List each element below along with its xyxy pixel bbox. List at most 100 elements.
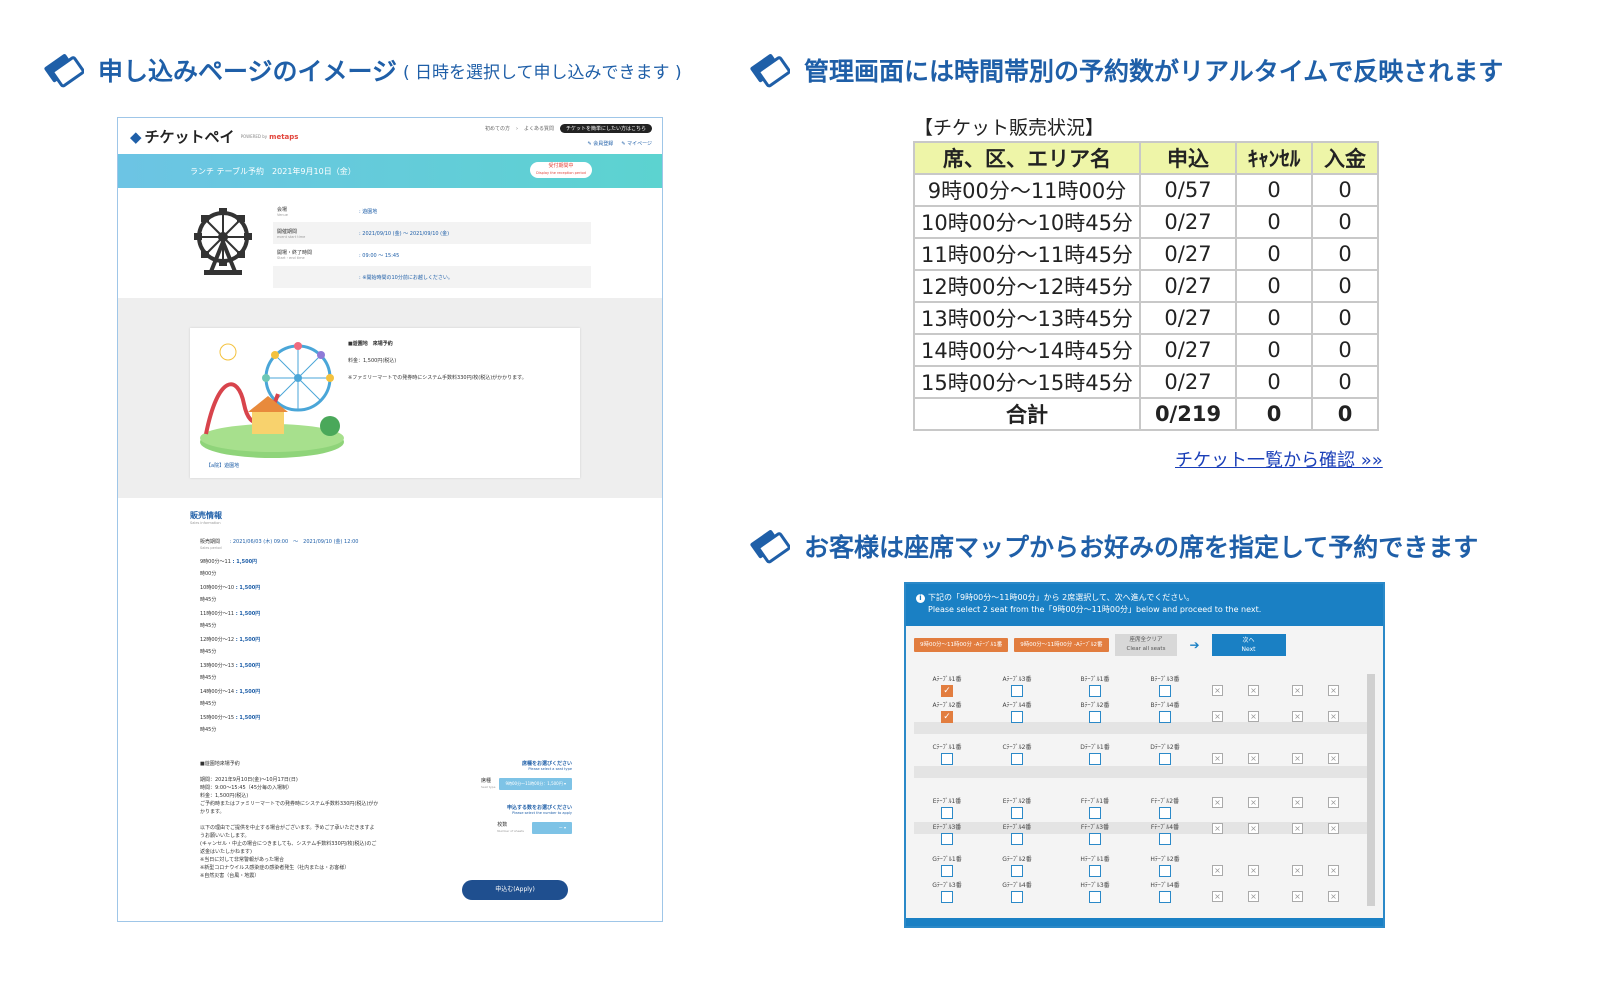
ticket-list-link[interactable]: チケット一覧から確認 »» bbox=[1175, 446, 1383, 472]
checkbox[interactable] bbox=[1089, 865, 1101, 877]
seat-option[interactable]: Fﾃｰﾌﾞﾙ1番 bbox=[1060, 796, 1130, 819]
link-mypage-label: マイページ bbox=[627, 141, 652, 147]
selected-seat-chip[interactable]: 9時00分〜11時00分 -Aﾃｰﾌﾞﾙ1番 bbox=[914, 638, 1009, 652]
checkbox[interactable] bbox=[1159, 833, 1171, 845]
sales-period-label: 販売期間 bbox=[200, 539, 221, 545]
checkbox[interactable] bbox=[1089, 891, 1101, 903]
qty-select[interactable]: ー ▾ bbox=[532, 821, 572, 834]
detail-line: ご予約時またはファミリーマートでの発券時にシステム手数料330円(税込)がか bbox=[200, 801, 379, 807]
checkbox[interactable] bbox=[941, 865, 953, 877]
selected-seat-chip[interactable]: 9時00分〜11時00分 -Aﾃｰﾌﾞﾙ2番 bbox=[1014, 638, 1109, 652]
seat-option[interactable]: Dﾃｰﾌﾞﾙ2番 bbox=[1130, 742, 1200, 765]
table-row: 10時00分〜10時45分 0/27 0 0 bbox=[913, 205, 1379, 239]
heading-apply-subtitle: ( 日時を選択して申し込みできます ) bbox=[403, 62, 682, 83]
seat-option[interactable]: Fﾃｰﾌﾞﾙ4番 bbox=[1130, 822, 1200, 845]
checkbox[interactable] bbox=[1011, 833, 1023, 845]
link-simplify[interactable]: チケットを簡単にしたい方はこちら bbox=[559, 124, 652, 133]
sales-title-en: Sales information bbox=[190, 521, 221, 525]
seat-option[interactable]: Eﾃｰﾌﾞﾙ3番 bbox=[912, 822, 982, 845]
link-faq[interactable]: よくある質問 bbox=[524, 125, 554, 132]
seat-option[interactable]: Cﾃｰﾌﾞﾙ2番 bbox=[982, 742, 1052, 765]
qty-label-en: Please select the number to apply bbox=[512, 811, 572, 815]
checkbox[interactable] bbox=[941, 753, 953, 765]
link-register[interactable]: ✎ 会員登録 bbox=[588, 140, 614, 147]
checkbox[interactable] bbox=[1089, 711, 1101, 723]
checkbox[interactable] bbox=[941, 833, 953, 845]
cell-cancel: 0 bbox=[1235, 173, 1313, 207]
seat-option[interactable]: Aﾃｰﾌﾞﾙ2番 ✓ bbox=[912, 700, 982, 723]
unavailable-seat-icon: × bbox=[1212, 797, 1223, 808]
unavailable-seat-icon: × bbox=[1248, 753, 1259, 764]
seat-label: Hﾃｰﾌﾞﾙ2番 bbox=[1150, 856, 1180, 863]
cell-area: 12時00分〜12時45分 bbox=[913, 269, 1141, 303]
checkbox[interactable] bbox=[1159, 685, 1171, 697]
unavailable-seat-icon: × bbox=[1328, 797, 1339, 808]
checkbox[interactable] bbox=[1011, 807, 1023, 819]
seat-option[interactable]: Eﾃｰﾌﾞﾙ1番 bbox=[912, 796, 982, 819]
event-band: ランチ テーブル予約 2021年9月10日（金） 受付期間中 Display t… bbox=[118, 154, 662, 188]
checkbox[interactable] bbox=[1011, 753, 1023, 765]
seat-option[interactable]: Gﾃｰﾌﾞﾙ4番 bbox=[982, 880, 1052, 903]
seat-option[interactable]: Eﾃｰﾌﾞﾙ4番 bbox=[982, 822, 1052, 845]
seat-option[interactable]: Hﾃｰﾌﾞﾙ1番 bbox=[1060, 854, 1130, 877]
seat-label: Fﾃｰﾌﾞﾙ4番 bbox=[1150, 824, 1180, 831]
seat-type-select[interactable]: 9時00分〜11時00分：1,500円 ▾ bbox=[499, 777, 572, 790]
cell-paid: 0 bbox=[1311, 269, 1379, 303]
scrollbar[interactable] bbox=[1367, 674, 1375, 906]
seat-option[interactable]: Hﾃｰﾌﾞﾙ3番 bbox=[1060, 880, 1130, 903]
seat-option[interactable]: Fﾃｰﾌﾞﾙ3番 bbox=[1060, 822, 1130, 845]
seat-option[interactable]: Fﾃｰﾌﾞﾙ2番 bbox=[1130, 796, 1200, 819]
unavailable-seat-icon: × bbox=[1328, 865, 1339, 876]
site-logo[interactable]: ◆ チケットペイ POWERED by metaps bbox=[130, 126, 298, 147]
seat-option[interactable]: Aﾃｰﾌﾞﾙ4番 bbox=[982, 700, 1052, 723]
price-slot: 13時00分〜13 bbox=[200, 663, 235, 669]
checkbox[interactable] bbox=[1011, 891, 1023, 903]
seat-option[interactable]: Bﾃｰﾌﾞﾙ2番 bbox=[1060, 700, 1130, 723]
checkbox[interactable] bbox=[1011, 685, 1023, 697]
seat-option[interactable]: Gﾃｰﾌﾞﾙ3番 bbox=[912, 880, 982, 903]
seat-option[interactable]: Hﾃｰﾌﾞﾙ4番 bbox=[1130, 880, 1200, 903]
checkbox[interactable] bbox=[941, 891, 953, 903]
seat-map-panel: i 下記の「9時00分〜11時00分」から 2席選択して、次へ進んでください。 P… bbox=[904, 582, 1385, 928]
next-button[interactable]: 次へ Next bbox=[1211, 634, 1286, 656]
seat-option[interactable]: Bﾃｰﾌﾞﾙ4番 bbox=[1130, 700, 1200, 723]
cell-cancel: 0 bbox=[1235, 365, 1313, 399]
seat-option[interactable]: Bﾃｰﾌﾞﾙ3番 bbox=[1130, 674, 1200, 697]
seat-option[interactable]: Dﾃｰﾌﾞﾙ1番 bbox=[1060, 742, 1130, 765]
checkbox[interactable] bbox=[1159, 865, 1171, 877]
checkbox[interactable] bbox=[941, 807, 953, 819]
seat-option[interactable]: Bﾃｰﾌﾞﾙ1番 bbox=[1060, 674, 1130, 697]
seat-label: Cﾃｰﾌﾞﾙ2番 bbox=[1002, 744, 1032, 751]
checkbox[interactable] bbox=[1159, 711, 1171, 723]
seat-option[interactable]: Cﾃｰﾌﾞﾙ1番 bbox=[912, 742, 982, 765]
seat-label: Aﾃｰﾌﾞﾙ1番 bbox=[932, 676, 962, 683]
checkbox[interactable] bbox=[1159, 891, 1171, 903]
cell-total-applied: 0/219 bbox=[1139, 397, 1237, 431]
link-first-time[interactable]: 初めての方 bbox=[485, 125, 510, 132]
seat-option[interactable]: Gﾃｰﾌﾞﾙ1番 bbox=[912, 854, 982, 877]
seat-option[interactable]: Gﾃｰﾌﾞﾙ2番 bbox=[982, 854, 1052, 877]
checkbox[interactable] bbox=[1159, 753, 1171, 765]
checkbox[interactable] bbox=[1089, 807, 1101, 819]
clear-seats-button[interactable]: 座席全クリア Clear all seats bbox=[1114, 634, 1178, 656]
table-row: 11時00分〜11時45分 0/27 0 0 bbox=[913, 237, 1379, 271]
seat-option[interactable]: Eﾃｰﾌﾞﾙ2番 bbox=[982, 796, 1052, 819]
checkbox[interactable] bbox=[1089, 753, 1101, 765]
apply-button[interactable]: 申込む(Apply) bbox=[462, 880, 568, 900]
checkbox[interactable] bbox=[1011, 711, 1023, 723]
card-tag[interactable]: 【a院】遊園地 bbox=[206, 462, 239, 469]
seat-option[interactable]: Hﾃｰﾌﾞﾙ2番 bbox=[1130, 854, 1200, 877]
logo-brand: metaps bbox=[269, 132, 299, 141]
seat-option[interactable]: Aﾃｰﾌﾞﾙ1番 ✓ bbox=[912, 674, 982, 697]
checkbox[interactable] bbox=[1159, 807, 1171, 819]
table-header: 席、区、エリア名 申込 ｷｬﾝｾﾙ 入金 bbox=[913, 141, 1379, 175]
checkbox[interactable] bbox=[1089, 833, 1101, 845]
checked-checkbox[interactable]: ✓ bbox=[941, 711, 953, 723]
checked-checkbox[interactable]: ✓ bbox=[941, 685, 953, 697]
link-mypage[interactable]: ✎ マイページ bbox=[621, 140, 652, 147]
checkbox[interactable] bbox=[1011, 865, 1023, 877]
price-slot-2: 時45分 bbox=[200, 675, 217, 681]
checkbox[interactable] bbox=[1089, 685, 1101, 697]
seat-option[interactable]: Aﾃｰﾌﾞﾙ3番 bbox=[982, 674, 1052, 697]
seat-label: Gﾃｰﾌﾞﾙ3番 bbox=[932, 882, 962, 889]
